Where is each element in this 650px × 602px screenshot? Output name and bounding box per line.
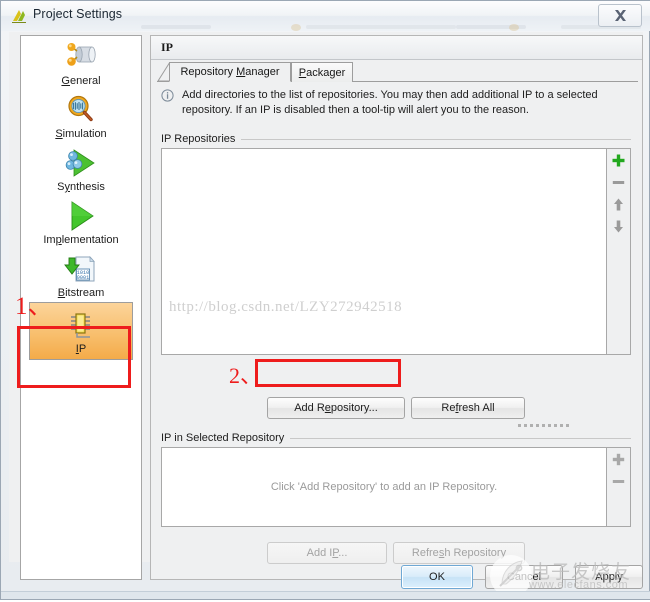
cancel-button[interactable]: Cancel (485, 565, 563, 589)
sidebar-item-synthesis[interactable]: Synthesis (21, 142, 141, 195)
sidebar-item-label: Bitstream (58, 287, 104, 299)
move-up-arrow-up-icon[interactable] (611, 197, 626, 212)
info-banner: Add directories to the list of repositor… (161, 88, 631, 118)
ip-in-selected-repository-list[interactable]: Click 'Add Repository' to add an IP Repo… (161, 447, 607, 527)
svg-text:0001: 0001 (77, 275, 89, 281)
tab-label: Repository Manager (180, 66, 279, 78)
project-settings-dialog: Project Settings (0, 0, 650, 600)
ip-repositories-side-toolbar (607, 148, 631, 355)
general-icon (64, 40, 98, 74)
sidebar-item-label: IP (76, 343, 86, 355)
title-bar: Project Settings (1, 1, 650, 31)
button-label: Add IP... (307, 547, 348, 559)
bitstream-icon: 1010 0001 (64, 252, 98, 286)
sidebar-item-ip[interactable]: IP (29, 302, 133, 360)
sidebar-item-simulation[interactable]: Simulation (21, 89, 141, 142)
button-label: Add Repository... (294, 402, 378, 414)
panel-splitter[interactable] (518, 424, 569, 427)
section-label-text: IP Repositories (161, 133, 235, 145)
window-bottom-strip (1, 591, 650, 599)
tab-repository-manager[interactable]: Repository Manager (169, 62, 291, 82)
dialog-button-bar: OK Cancel Apply (9, 562, 643, 592)
titlebar-artifact (509, 24, 519, 31)
tab-label: Packager (299, 67, 345, 79)
info-text: Add directories to the list of repositor… (182, 88, 631, 118)
add-repository-plus-icon[interactable] (611, 153, 626, 168)
close-button[interactable] (598, 4, 642, 27)
settings-content-panel: IP Repository Manager Packager (150, 35, 643, 580)
ip-in-selected-repository-side-toolbar (607, 447, 631, 527)
section-rule (290, 438, 631, 439)
synthesis-icon (64, 146, 98, 180)
ip-repositories-section-label: IP Repositories (161, 133, 631, 145)
move-down-arrow-down-icon[interactable] (611, 219, 626, 234)
titlebar-artifact (141, 25, 211, 29)
remove-ip-minus-icon[interactable] (611, 474, 626, 489)
sidebar-item-label: Implementation (43, 234, 118, 246)
section-rule (241, 139, 631, 140)
sidebar-item-implementation[interactable]: Implementation (21, 195, 141, 248)
settings-category-list: General (20, 35, 142, 580)
empty-placeholder-text: Click 'Add Repository' to add an IP Repo… (271, 481, 497, 493)
button-label: Cancel (507, 571, 541, 583)
tab-packager[interactable]: Packager (291, 62, 353, 82)
page-title: IP (161, 40, 173, 55)
button-label: Refresh Repository (412, 547, 506, 559)
button-label: Refresh All (441, 402, 494, 414)
apply-button[interactable]: Apply (575, 565, 643, 589)
close-icon (613, 9, 628, 22)
simulation-icon (64, 93, 98, 127)
sidebar-item-bitstream[interactable]: 1010 0001 Bitstream (21, 248, 141, 301)
titlebar-artifact (306, 25, 456, 29)
remove-repository-minus-icon[interactable] (611, 175, 626, 190)
add-repository-button[interactable]: Add Repository... (267, 397, 405, 419)
refresh-all-button[interactable]: Refresh All (411, 397, 525, 419)
ip-icon (64, 308, 98, 342)
button-label: Apply (595, 571, 623, 583)
ip-in-selected-repository-section-label: IP in Selected Repository (161, 432, 631, 444)
content-header: IP (151, 36, 642, 60)
sidebar-item-general[interactable]: General (21, 36, 141, 89)
info-icon (161, 88, 175, 118)
add-ip-plus-icon[interactable] (611, 452, 626, 467)
sidebar-item-label: General (61, 75, 100, 87)
button-label: OK (429, 571, 445, 583)
vivado-logo-icon (10, 7, 28, 25)
dialog-body: General (9, 32, 643, 562)
refresh-repository-button[interactable]: Refresh Repository (393, 542, 525, 564)
section-label-text: IP in Selected Repository (161, 432, 284, 444)
titlebar-artifact (291, 24, 301, 31)
tab-strip: Repository Manager Packager (157, 62, 638, 82)
add-ip-button[interactable]: Add IP... (267, 542, 387, 564)
sidebar-item-label: Simulation (55, 128, 106, 140)
implementation-icon (64, 199, 98, 233)
window-title: Project Settings (33, 7, 122, 21)
ok-button[interactable]: OK (401, 565, 473, 589)
ip-repositories-list[interactable] (161, 148, 607, 355)
sidebar-item-label: Synthesis (57, 181, 105, 193)
